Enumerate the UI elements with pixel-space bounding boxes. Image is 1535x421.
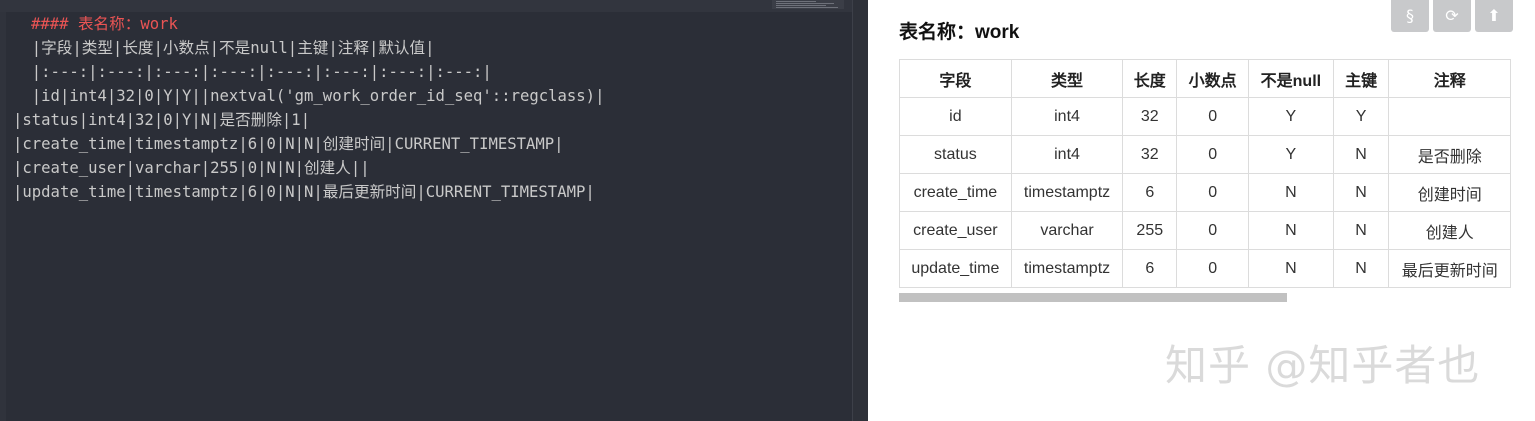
table-cell: id: [899, 97, 1012, 136]
table-cell: N: [1332, 135, 1390, 174]
table-cell: Y: [1248, 97, 1334, 136]
horizontal-scrollbar[interactable]: [899, 293, 1287, 302]
table-cell: N: [1248, 173, 1334, 212]
table-cell: 255: [1122, 211, 1178, 250]
schema-table: 字段 类型 长度 小数点 不是null 主键 注释 id int4 32 0 Y Ystatus int…: [899, 59, 1511, 288]
code-line: |create_user|varchar|255|0|N|N|创建人||: [13, 159, 370, 177]
table-cell: timestamptz: [1010, 249, 1124, 288]
minimap-line: [776, 1, 816, 2]
table-container[interactable]: 字段 类型 长度 小数点 不是null 主键 注释 id int4 32 0 Y Ystatus int…: [899, 59, 1511, 293]
code-line: |status|int4|32|0|Y|N|是否删除|1|: [13, 111, 311, 129]
code-line: |字段|类型|长度|小数点|不是null|主键|注释|默认值|: [13, 39, 435, 57]
table-cell: 最后更新时间: [1388, 249, 1511, 288]
table-row: create_time timestamptz 6 0 N N 创建时间: [899, 173, 1511, 212]
table-cell: [1388, 97, 1511, 136]
code-line: |id|int4|32|0|Y|Y||nextval('gm_work_orde…: [13, 87, 605, 105]
table-cell: varchar: [1010, 211, 1124, 250]
table-cell: 0: [1176, 249, 1250, 288]
column-header: 字段: [899, 59, 1012, 98]
table-row: status int4 32 0 Y N 是否删除: [899, 135, 1511, 174]
editor-gutter: [0, 12, 6, 421]
editor-minimap[interactable]: [772, 0, 844, 9]
table-cell: 32: [1122, 97, 1178, 136]
table-cell: update_time: [899, 249, 1012, 288]
refresh-button[interactable]: ⟳: [1433, 0, 1471, 32]
code-line-heading: #### 表名称：work: [31, 15, 178, 33]
section-icon: §: [1406, 6, 1414, 25]
code-line: |update_time|timestamptz|6|0|N|N|最后更新时间|…: [13, 183, 595, 201]
column-header: 注释: [1388, 59, 1511, 98]
watermark: 知乎 @知乎者也: [1165, 341, 1481, 390]
markdown-editor[interactable]: #### 表名称：work |字段|类型|长度|小数点|不是null|主键|注释…: [0, 0, 868, 421]
table-cell: N: [1332, 249, 1390, 288]
page-title: 表名称：work: [899, 22, 1020, 43]
refresh-icon: ⟳: [1445, 6, 1459, 25]
table-cell: int4: [1010, 135, 1124, 174]
table-cell: int4: [1010, 97, 1124, 136]
table-cell: 32: [1122, 135, 1178, 174]
column-header: 长度: [1122, 59, 1178, 98]
column-header: 主键: [1332, 59, 1390, 98]
table-cell: 0: [1176, 173, 1250, 212]
section-button[interactable]: §: [1391, 0, 1429, 32]
table-cell: create_time: [899, 173, 1012, 212]
table-cell: 6: [1122, 173, 1178, 212]
markdown-preview: § ⟳ ⬆ 表名称：work 字段 类型 长度 小数点 不是null 主键 注释 id int4 3…: [868, 0, 1535, 421]
table-cell: 创建人: [1388, 211, 1511, 250]
table-cell: create_user: [899, 211, 1012, 250]
table-cell: timestamptz: [1010, 173, 1124, 212]
upload-icon: ⬆: [1487, 6, 1501, 25]
table-row: create_user varchar 255 0 N N 创建人: [899, 211, 1511, 250]
table-cell: 6: [1122, 249, 1178, 288]
table-cell: N: [1248, 249, 1334, 288]
table-cell: status: [899, 135, 1012, 174]
table-row: id int4 32 0 Y Y: [899, 97, 1511, 136]
table-header-row: 字段 类型 长度 小数点 不是null 主键 注释: [899, 59, 1511, 98]
table-cell: 0: [1176, 211, 1250, 250]
table-cell: 是否删除: [1388, 135, 1511, 174]
minimap-line: [776, 5, 826, 6]
editor-scrollbar[interactable]: [853, 0, 868, 421]
code-line: |create_time|timestamptz|6|0|N|N|创建时间|CU…: [13, 135, 564, 153]
table-cell: N: [1248, 211, 1334, 250]
code-line: |:---:|:---:|:---:|:---:|:---:|:---:|:--…: [13, 63, 492, 81]
table-cell: 创建时间: [1388, 173, 1511, 212]
table-cell: N: [1332, 173, 1390, 212]
minimap-line: [776, 3, 834, 4]
editor-top-bar: [0, 0, 868, 12]
table-cell: Y: [1332, 97, 1390, 136]
table-row: update_time timestamptz 6 0 N N 最后更新时间: [899, 249, 1511, 288]
table-cell: 0: [1176, 135, 1250, 174]
table-cell: 0: [1176, 97, 1250, 136]
table-cell: Y: [1248, 135, 1334, 174]
column-header: 小数点: [1176, 59, 1250, 98]
minimap-line: [776, 7, 838, 8]
column-header: 不是null: [1248, 59, 1334, 98]
column-header: 类型: [1010, 59, 1124, 98]
upload-button[interactable]: ⬆: [1475, 0, 1513, 32]
table-cell: N: [1332, 211, 1390, 250]
